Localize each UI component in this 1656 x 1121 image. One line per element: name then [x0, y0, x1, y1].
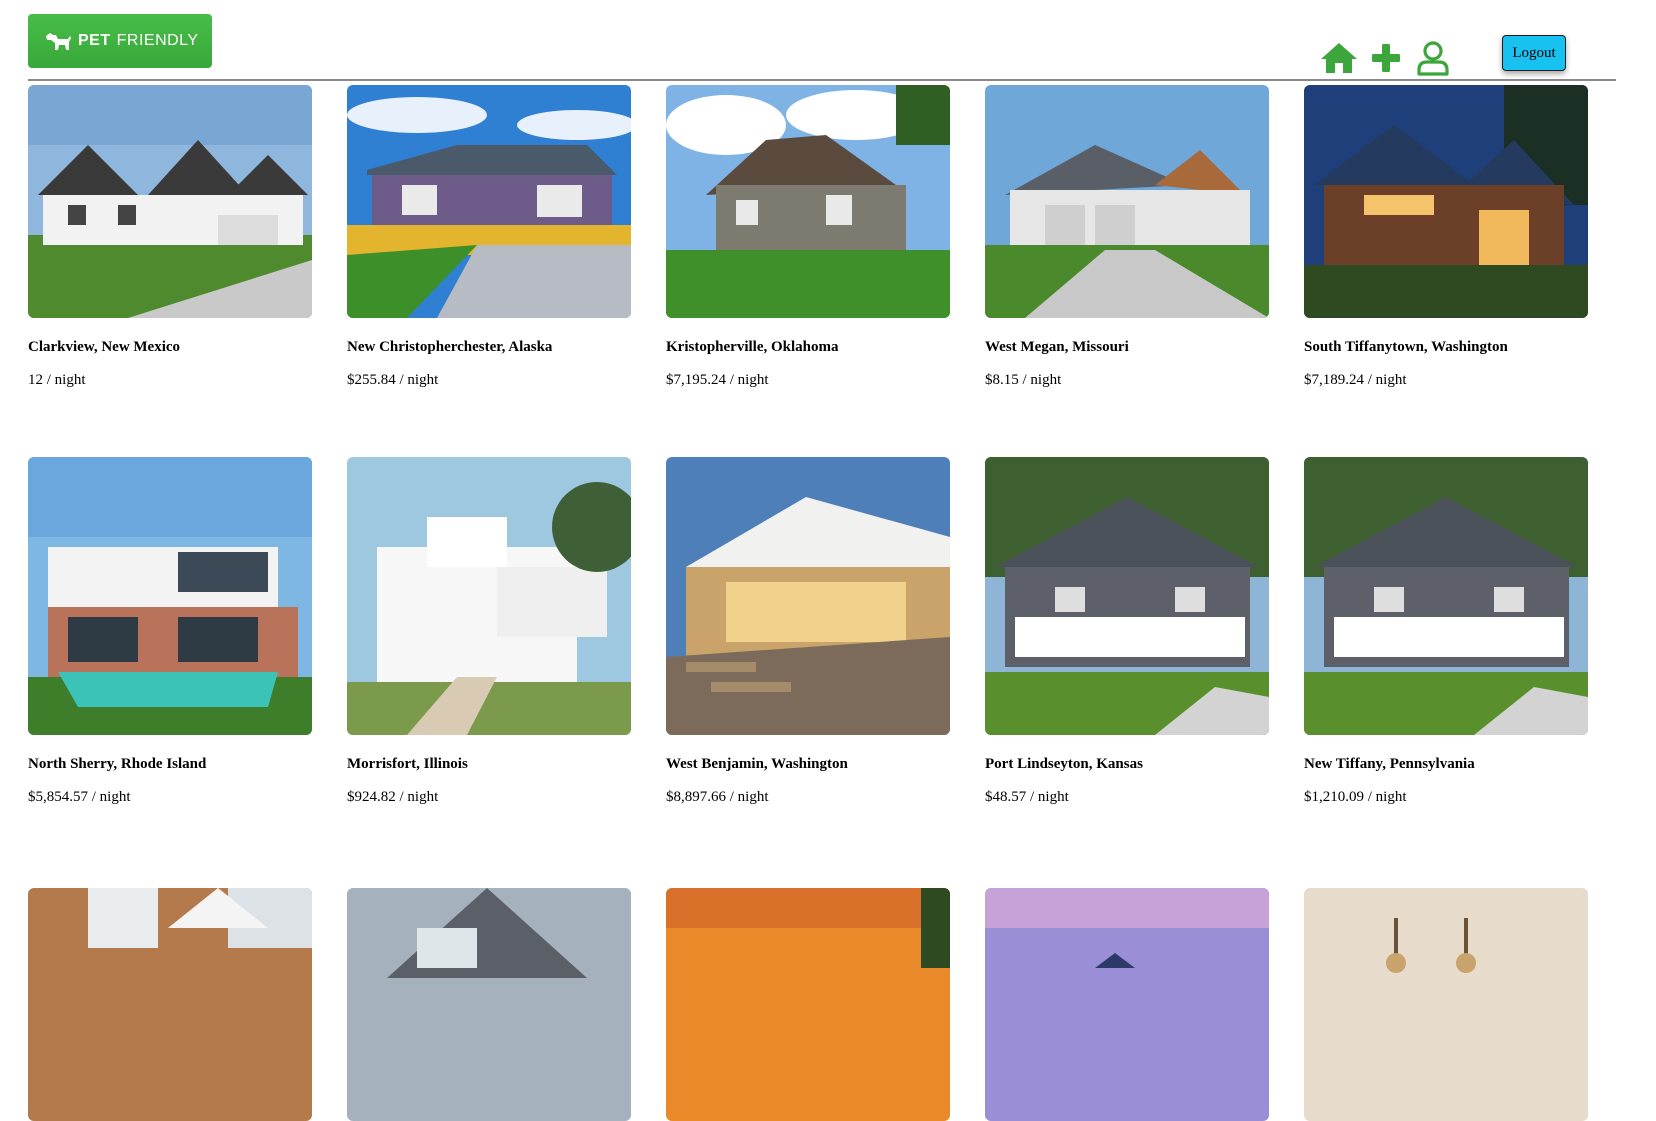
listing-price: $8,897.66 / night — [666, 789, 769, 805]
listing-photo[interactable] — [1304, 457, 1588, 735]
listing-location[interactable]: New Christopherchester, Alaska — [347, 339, 631, 356]
listing-photo[interactable] — [347, 457, 631, 735]
logo-text-light: FRIENDLY — [116, 32, 199, 49]
listing-photo[interactable] — [985, 85, 1269, 318]
listing-location[interactable]: North Sherry, Rhode Island — [28, 756, 312, 773]
listing-photo[interactable] — [28, 888, 312, 1121]
listing-price: $924.82 / night — [347, 789, 439, 805]
listing-photo[interactable] — [985, 457, 1269, 735]
listing-card[interactable]: Port Lindseyton, Kansas $48.57 / night — [985, 457, 1269, 806]
listing-card[interactable]: North Sherry, Rhode Island $5,854.57 / n… — [28, 457, 312, 806]
listing-price: $7,189.24 / night — [1304, 372, 1407, 388]
listing-location[interactable]: West Benjamin, Washington — [666, 756, 950, 773]
logout-button[interactable]: Logout — [1502, 35, 1566, 71]
listing-location[interactable]: Morrisfort, Illinois — [347, 756, 631, 773]
listing-location[interactable]: New Tiffany, Pennsylvania — [1304, 756, 1588, 773]
listing-photo[interactable] — [985, 888, 1269, 1121]
dog-icon — [46, 33, 71, 50]
listing-card[interactable]: Clarkview, New Mexico 12 / night — [28, 85, 312, 389]
listing-card[interactable]: West Megan, Missouri $8.15 / night — [985, 85, 1269, 389]
listing-photo[interactable] — [347, 888, 631, 1121]
logo-text-bold: PET — [78, 32, 111, 49]
listing-photo[interactable] — [347, 85, 631, 318]
listing-price: 12 / night — [28, 372, 86, 388]
pet-friendly-logo[interactable]: PET FRIENDLY — [28, 14, 212, 68]
listing-card[interactable]: South Tiffanytown, Washington $7,189.24 … — [1304, 85, 1588, 389]
plus-icon[interactable] — [1366, 40, 1406, 76]
listing-card[interactable]: New Tiffany, Pennsylvania $1,210.09 / ni… — [1304, 457, 1588, 806]
listing-card[interactable] — [985, 888, 1269, 1121]
listing-price: $48.57 / night — [985, 789, 1069, 805]
user-icon[interactable] — [1413, 40, 1453, 76]
listing-location[interactable]: Kristopherville, Oklahoma — [666, 339, 950, 356]
listing-card[interactable] — [1304, 888, 1588, 1121]
listing-photo[interactable] — [666, 457, 950, 735]
listing-price: $255.84 / night — [347, 372, 439, 388]
listing-photo[interactable] — [1304, 85, 1588, 318]
listing-card[interactable] — [347, 888, 631, 1121]
listing-price: $1,210.09 / night — [1304, 789, 1407, 805]
top-header: PET FRIENDLY — [28, 0, 1616, 81]
listing-card[interactable]: Morrisfort, Illinois $924.82 / night — [347, 457, 631, 806]
listing-location[interactable]: South Tiffanytown, Washington — [1304, 339, 1588, 356]
listing-photo[interactable] — [28, 85, 312, 318]
listing-photo[interactable] — [1304, 888, 1588, 1121]
home-icon[interactable] — [1319, 40, 1359, 76]
listing-price: $7,195.24 / night — [666, 372, 769, 388]
listing-card[interactable]: New Christopherchester, Alaska $255.84 /… — [347, 85, 631, 389]
listing-location[interactable]: West Megan, Missouri — [985, 339, 1269, 356]
listing-location[interactable]: Port Lindseyton, Kansas — [985, 756, 1269, 773]
listing-card[interactable] — [666, 888, 950, 1121]
listing-card[interactable]: Kristopherville, Oklahoma $7,195.24 / ni… — [666, 85, 950, 389]
listing-card[interactable]: West Benjamin, Washington $8,897.66 / ni… — [666, 457, 950, 806]
listing-price: $8.15 / night — [985, 372, 1062, 388]
listing-location[interactable]: Clarkview, New Mexico — [28, 339, 312, 356]
listing-photo[interactable] — [666, 888, 950, 1121]
listing-photo[interactable] — [666, 85, 950, 318]
listing-photo[interactable] — [28, 457, 312, 735]
listing-card[interactable] — [28, 888, 312, 1121]
listing-price: $5,854.57 / night — [28, 789, 131, 805]
